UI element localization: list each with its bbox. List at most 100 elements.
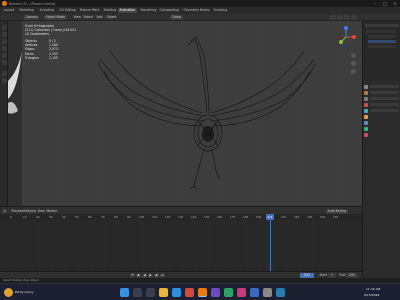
- mode-dropdown[interactable]: Object Mode: [44, 15, 67, 20]
- app-icon[interactable]: [237, 288, 246, 297]
- tab-scripting[interactable]: Scripting: [212, 8, 229, 13]
- rotate-tool-icon[interactable]: [1, 46, 7, 51]
- task-view-icon[interactable]: [146, 288, 155, 297]
- navigation-gizmo-icon[interactable]: [334, 25, 358, 49]
- frame-tick: 240: [320, 214, 326, 219]
- world-props-icon[interactable]: [364, 109, 368, 113]
- menu-select[interactable]: Select: [82, 15, 95, 20]
- menu-view[interactable]: View: [72, 15, 82, 20]
- timeline-track-area[interactable]: [0, 220, 362, 271]
- outliner-row[interactable]: [368, 35, 396, 38]
- scene-props-icon[interactable]: [364, 103, 368, 107]
- menu-object[interactable]: Object: [105, 15, 118, 20]
- app-icon[interactable]: [263, 288, 272, 297]
- shading-wireframe-icon[interactable]: [330, 15, 336, 20]
- app-icon[interactable]: [224, 288, 233, 297]
- shading-solid-icon[interactable]: [337, 15, 343, 20]
- pan-view-icon[interactable]: [351, 61, 356, 66]
- blender-app-icon[interactable]: [198, 288, 207, 297]
- tab-compositing[interactable]: Compositing: [158, 8, 180, 13]
- minimize-button[interactable]: –: [370, 0, 380, 7]
- property-field[interactable]: [370, 85, 399, 88]
- menu-add[interactable]: Add: [95, 15, 104, 20]
- start-icon[interactable]: [120, 288, 129, 297]
- frame-tick: 170: [230, 214, 236, 219]
- outliner-panel: [362, 21, 400, 81]
- material-props-icon[interactable]: [364, 133, 368, 137]
- render-props-icon[interactable]: [364, 91, 368, 95]
- status-hints: Select Rotate View Object: [3, 278, 40, 282]
- tab-uv-editing[interactable]: UV Editing: [58, 8, 77, 13]
- scale-tool-icon[interactable]: [1, 53, 7, 58]
- zoom-view-icon[interactable]: [351, 53, 356, 58]
- select-tool-icon[interactable]: [1, 25, 7, 30]
- outliner-search-input[interactable]: [365, 24, 399, 27]
- maximize-button[interactable]: □: [380, 0, 390, 7]
- property-field[interactable]: [370, 103, 399, 106]
- frame-tick: 10: [23, 214, 27, 219]
- frame-tick: 210: [281, 214, 287, 219]
- tab-sculpting[interactable]: Sculpting: [38, 8, 55, 13]
- frame-tick: 150: [204, 214, 210, 219]
- frame-tick: 130: [178, 214, 184, 219]
- stat-triangles: Triangles 2,195: [25, 55, 58, 60]
- property-field[interactable]: [370, 109, 399, 112]
- modifier-props-icon[interactable]: [364, 121, 368, 125]
- outliner-row[interactable]: [366, 30, 396, 33]
- weather-icon[interactable]: [4, 288, 13, 297]
- transform-orientation-dropdown[interactable]: Global: [170, 15, 183, 20]
- data-props-icon[interactable]: [364, 127, 368, 131]
- shading-material-icon[interactable]: [344, 15, 350, 20]
- object-props-icon[interactable]: [364, 115, 368, 119]
- auto-keying-toggle[interactable]: Auto Keying: [326, 208, 348, 214]
- frame-tick: 20: [36, 214, 40, 219]
- clock-date[interactable]: 6/15/2024: [364, 293, 379, 297]
- frame-tick: 0: [10, 214, 12, 219]
- cursor-tool-icon[interactable]: [1, 32, 7, 37]
- blender-logo-icon: [2, 1, 7, 6]
- transform-tool-icon[interactable]: [1, 60, 7, 65]
- search-icon[interactable]: [133, 288, 142, 297]
- tab-geometry-nodes[interactable]: Geometry Nodes: [182, 8, 211, 13]
- app-icon[interactable]: [250, 288, 259, 297]
- tab-rendering[interactable]: Rendering: [139, 8, 158, 13]
- frame-tick: 220: [294, 214, 300, 219]
- chrome-browser-icon[interactable]: [185, 288, 194, 297]
- tab-shading[interactable]: Shading: [102, 8, 118, 13]
- frame-tick: 230: [307, 214, 313, 219]
- frame-tick: 80: [114, 214, 118, 219]
- camera-view-icon[interactable]: [351, 69, 356, 74]
- tab-layout[interactable]: Layout: [2, 8, 16, 13]
- frame-tick: 250: [333, 214, 339, 219]
- measure-tool-icon[interactable]: [1, 78, 7, 83]
- app-icon[interactable]: [276, 288, 285, 297]
- toolbar: [0, 21, 8, 206]
- edge-browser-icon[interactable]: [172, 288, 181, 297]
- output-props-icon[interactable]: [364, 97, 368, 101]
- move-tool-icon[interactable]: [1, 39, 7, 44]
- menu-marker[interactable]: Marker: [45, 209, 59, 214]
- tab-texture-paint[interactable]: Texture Paint: [78, 8, 101, 13]
- tab-animation[interactable]: Animation: [118, 8, 137, 13]
- tab-modeling[interactable]: Modeling: [18, 8, 35, 13]
- viewport-header: Camera Object Mode View Select Add Objec…: [0, 14, 400, 21]
- close-button[interactable]: ×: [390, 0, 400, 7]
- timeline-header: ⏱ Playback Keying View Marker Auto Keyin…: [0, 206, 362, 214]
- editor-type-dropdown[interactable]: Camera: [24, 15, 40, 20]
- properties-panel: [362, 81, 400, 280]
- timeline-editor-type[interactable]: ⏱: [2, 208, 8, 214]
- annotate-tool-icon[interactable]: [1, 71, 7, 76]
- shading-rendered-icon[interactable]: [351, 15, 357, 20]
- app-icon[interactable]: [211, 288, 220, 297]
- outliner-row[interactable]: [368, 45, 396, 48]
- windows-taskbar: Partly sunny 11:42 AM 6/15/2024: [0, 283, 400, 300]
- property-field[interactable]: [370, 97, 399, 100]
- file-explorer-icon[interactable]: [159, 288, 168, 297]
- outliner-row-selected[interactable]: [368, 40, 396, 43]
- timeline-grid: [10, 220, 340, 271]
- clock-time[interactable]: 11:42 AM: [366, 287, 380, 291]
- tool-props-icon[interactable]: [364, 85, 368, 89]
- 3d-viewport[interactable]: Front Orthographic (211) Collection | Cr…: [22, 21, 362, 206]
- property-field[interactable]: [370, 91, 399, 94]
- frame-tick: 180: [243, 214, 249, 219]
